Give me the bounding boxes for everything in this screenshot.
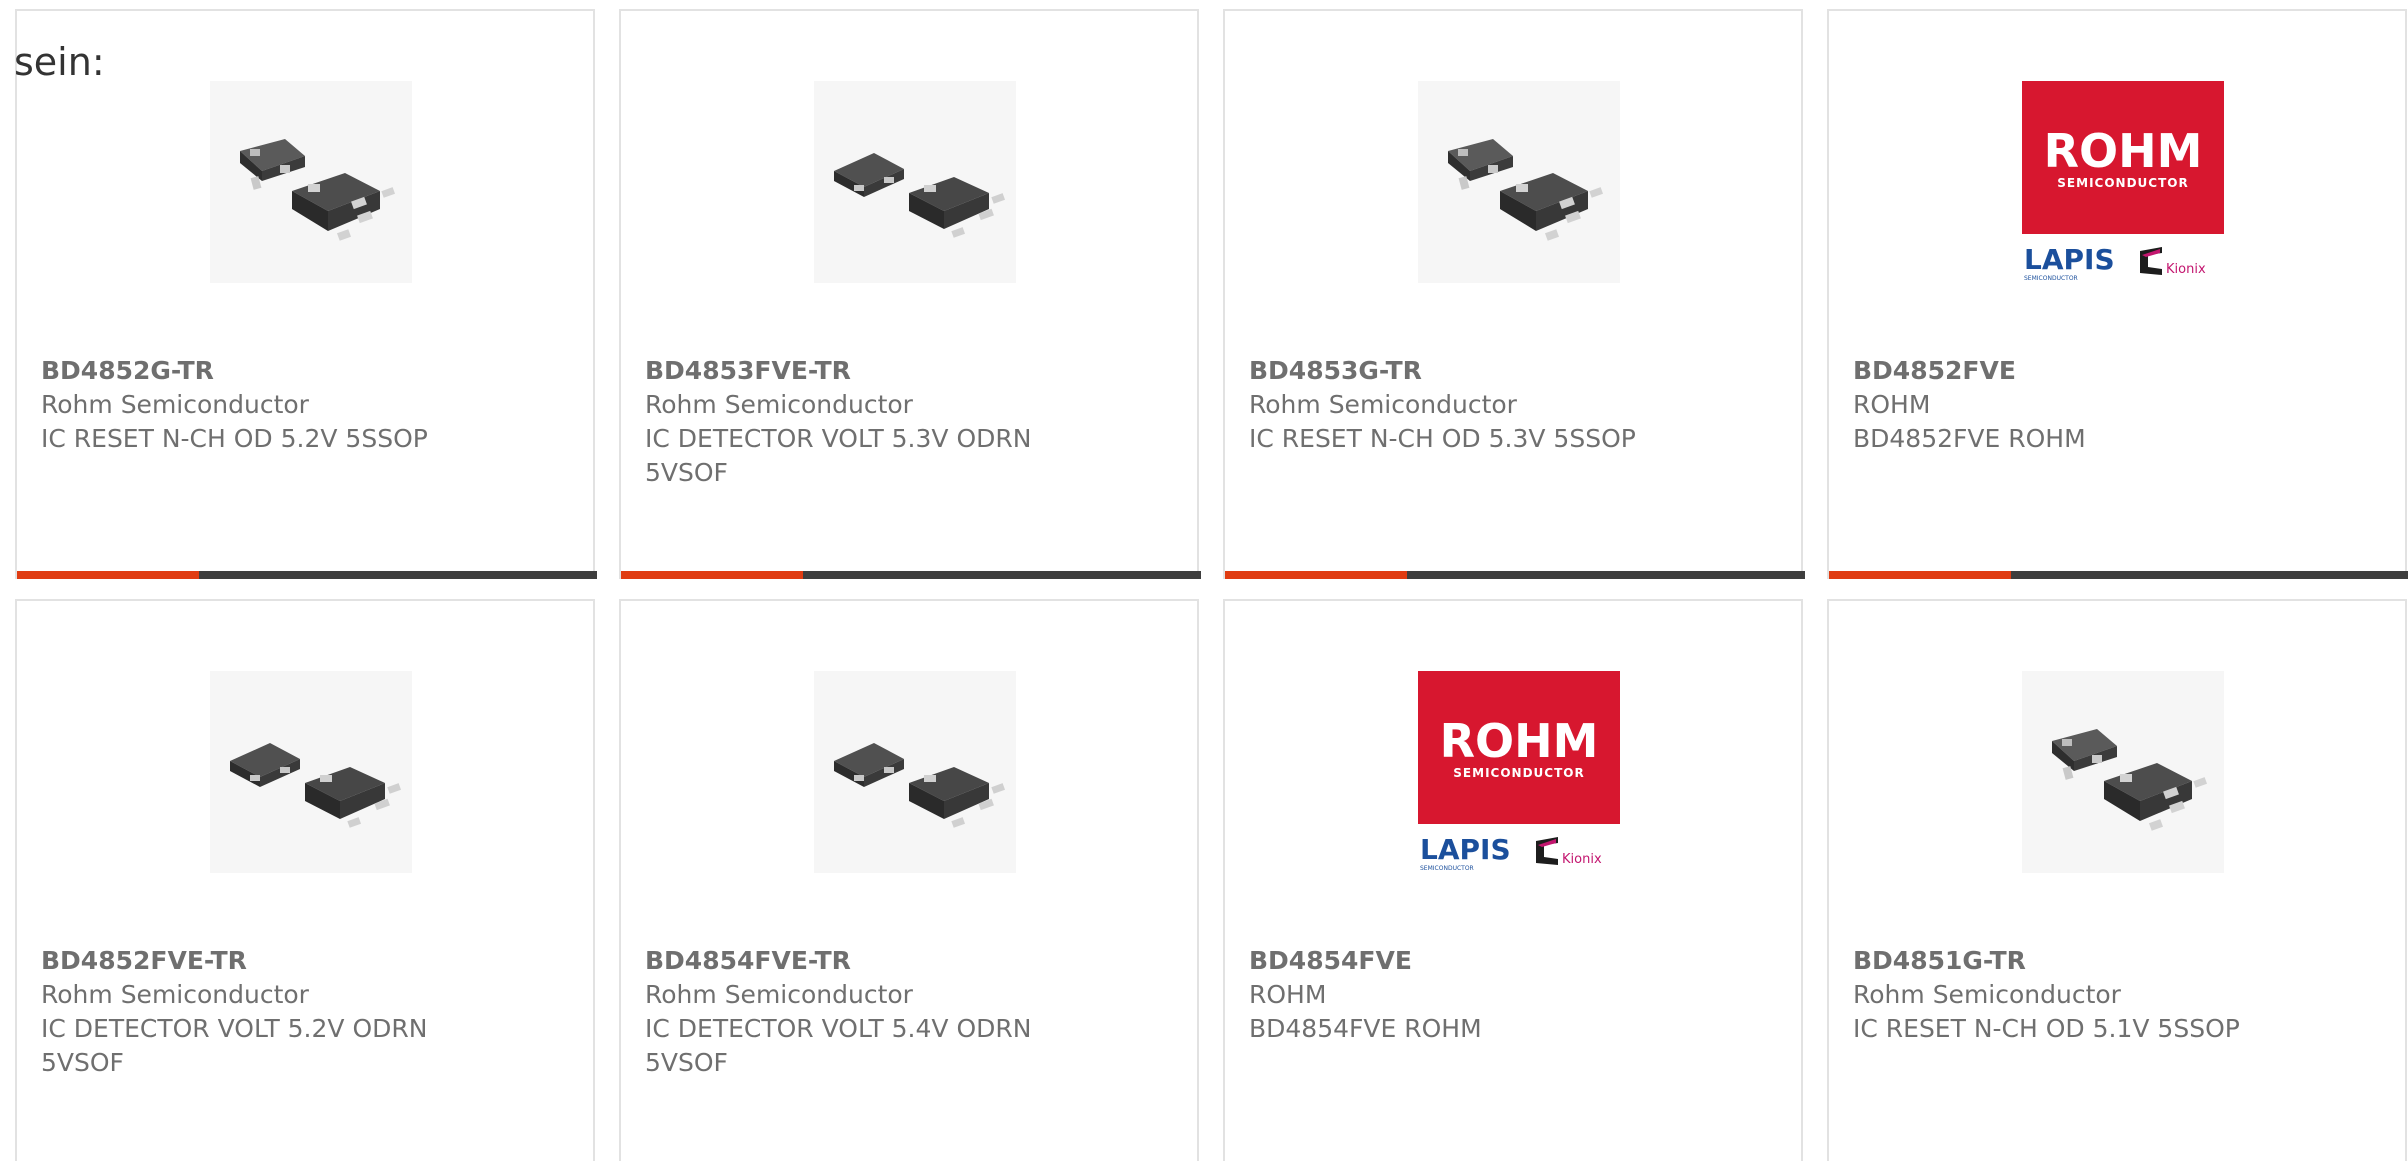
product-card[interactable]: BD4853G-TR Rohm Semiconductor IC RESET N-C… <box>1223 9 1805 579</box>
svg-text:SEMICONDUCTOR: SEMICONDUCTOR <box>2024 275 2078 282</box>
manufacturer-name: ROHM <box>1249 980 1327 1009</box>
card-footer-accent <box>1225 571 1407 579</box>
product-info: BD4851G-TR Rohm Semiconductor IC RESET N-C… <box>1853 944 2313 1046</box>
product-card[interactable]: BD4851G-TR Rohm Semiconductor IC RESET N-C… <box>1827 599 2407 1161</box>
svg-text:Kionix: Kionix <box>1562 852 1602 867</box>
svg-text:ROHM: ROHM <box>1440 714 1599 768</box>
product-info: BD4853G-TR Rohm Semiconductor IC RESET N-C… <box>1249 354 1709 456</box>
card-footer-accent <box>1829 571 2011 579</box>
product-card[interactable]: BD4853FVE-TR Rohm Semiconductor IC DETECTO… <box>619 9 1201 579</box>
card-footer-accent <box>17 571 199 579</box>
product-results-page: BD4852G-TR Rohm Semiconductor IC RESET N-C… <box>0 0 2408 1161</box>
part-number-link[interactable]: BD4852FVE <box>1853 354 2313 388</box>
product-description: IC DETECTOR VOLT 5.4V ODRN 5VSOF <box>645 1014 1032 1077</box>
product-info: BD4853FVE-TR Rohm Semiconductor IC DETECTO… <box>645 354 1105 490</box>
svg-text:SEMICONDUCTOR: SEMICONDUCTOR <box>2057 176 2188 190</box>
product-info: BD4852FVE-TR Rohm Semiconductor IC DETECTO… <box>41 944 501 1080</box>
svg-text:Kionix: Kionix <box>2166 262 2206 277</box>
svg-text:SEMICONDUCTOR: SEMICONDUCTOR <box>1453 766 1584 780</box>
part-number-link[interactable]: BD4853G-TR <box>1249 354 1709 388</box>
rohm-logo-image[interactable]: ROHM SEMICONDUCTOR LAPIS SEMICONDUCTOR Kioni… <box>2022 81 2224 283</box>
svg-text:SEMICONDUCTOR: SEMICONDUCTOR <box>1420 865 1474 872</box>
product-card[interactable]: ROHM SEMICONDUCTOR LAPIS SEMICONDUCTOR Kioni… <box>1827 9 2408 579</box>
sot-package-image[interactable] <box>210 81 412 283</box>
product-description: IC RESET N-CH OD 5.1V 5SSOP <box>1853 1014 2240 1043</box>
part-number-link[interactable]: BD4853FVE-TR <box>645 354 1105 388</box>
product-description: IC DETECTOR VOLT 5.3V ODRN 5VSOF <box>645 424 1032 487</box>
intro-text: sein: <box>14 40 105 84</box>
part-number-link[interactable]: BD4854FVE <box>1249 944 1709 978</box>
product-grid: BD4852G-TR Rohm Semiconductor IC RESET N-C… <box>15 9 2408 1161</box>
vsof-package-image[interactable] <box>210 671 412 873</box>
part-number-link[interactable]: BD4852G-TR <box>41 354 501 388</box>
product-description: IC RESET N-CH OD 5.3V 5SSOP <box>1249 424 1636 453</box>
card-footer-accent <box>621 571 803 579</box>
product-info: BD4854FVE ROHM BD4854FVE ROHM <box>1249 944 1709 1046</box>
product-info: BD4852FVE ROHM BD4852FVE ROHM <box>1853 354 2313 456</box>
part-number-link[interactable]: BD4852FVE-TR <box>41 944 501 978</box>
manufacturer-name: ROHM <box>1853 390 1931 419</box>
manufacturer-name: Rohm Semiconductor <box>645 980 913 1009</box>
manufacturer-name: Rohm Semiconductor <box>1853 980 2121 1009</box>
svg-text:LAPIS: LAPIS <box>2024 243 2115 276</box>
manufacturer-name: Rohm Semiconductor <box>1249 390 1517 419</box>
product-info: BD4852G-TR Rohm Semiconductor IC RESET N-C… <box>41 354 501 456</box>
card-footer-bar <box>1225 571 1805 579</box>
vsof-package-image[interactable] <box>814 81 1016 283</box>
product-card[interactable]: ROHM SEMICONDUCTOR LAPIS SEMICONDUCTOR Kioni… <box>1223 599 1803 1161</box>
sot-package-image[interactable] <box>1418 81 1620 283</box>
part-number-link[interactable]: BD4854FVE-TR <box>645 944 1105 978</box>
product-card[interactable]: BD4854FVE-TR Rohm Semiconductor IC DETECTO… <box>619 599 1199 1161</box>
vsof-package-image[interactable] <box>814 671 1016 873</box>
card-footer-bar <box>621 571 1201 579</box>
rohm-logo-image[interactable]: ROHM SEMICONDUCTOR LAPIS SEMICONDUCTOR Kioni… <box>1418 671 1620 873</box>
product-card[interactable]: BD4852FVE-TR Rohm Semiconductor IC DETECTO… <box>15 599 595 1161</box>
product-description: IC RESET N-CH OD 5.2V 5SSOP <box>41 424 428 453</box>
card-footer-bar <box>1829 571 2408 579</box>
manufacturer-name: Rohm Semiconductor <box>41 390 309 419</box>
product-description: BD4852FVE ROHM <box>1853 424 2086 453</box>
card-footer-bar <box>17 571 597 579</box>
product-description: BD4854FVE ROHM <box>1249 1014 1482 1043</box>
part-number-link[interactable]: BD4851G-TR <box>1853 944 2313 978</box>
svg-text:ROHM: ROHM <box>2044 124 2203 178</box>
svg-text:LAPIS: LAPIS <box>1420 833 1511 866</box>
product-info: BD4854FVE-TR Rohm Semiconductor IC DETECTO… <box>645 944 1105 1080</box>
manufacturer-name: Rohm Semiconductor <box>645 390 913 419</box>
sot-package-image[interactable] <box>2022 671 2224 873</box>
manufacturer-name: Rohm Semiconductor <box>41 980 309 1009</box>
product-description: IC DETECTOR VOLT 5.2V ODRN 5VSOF <box>41 1014 428 1077</box>
product-card[interactable]: BD4852G-TR Rohm Semiconductor IC RESET N-C… <box>15 9 597 579</box>
